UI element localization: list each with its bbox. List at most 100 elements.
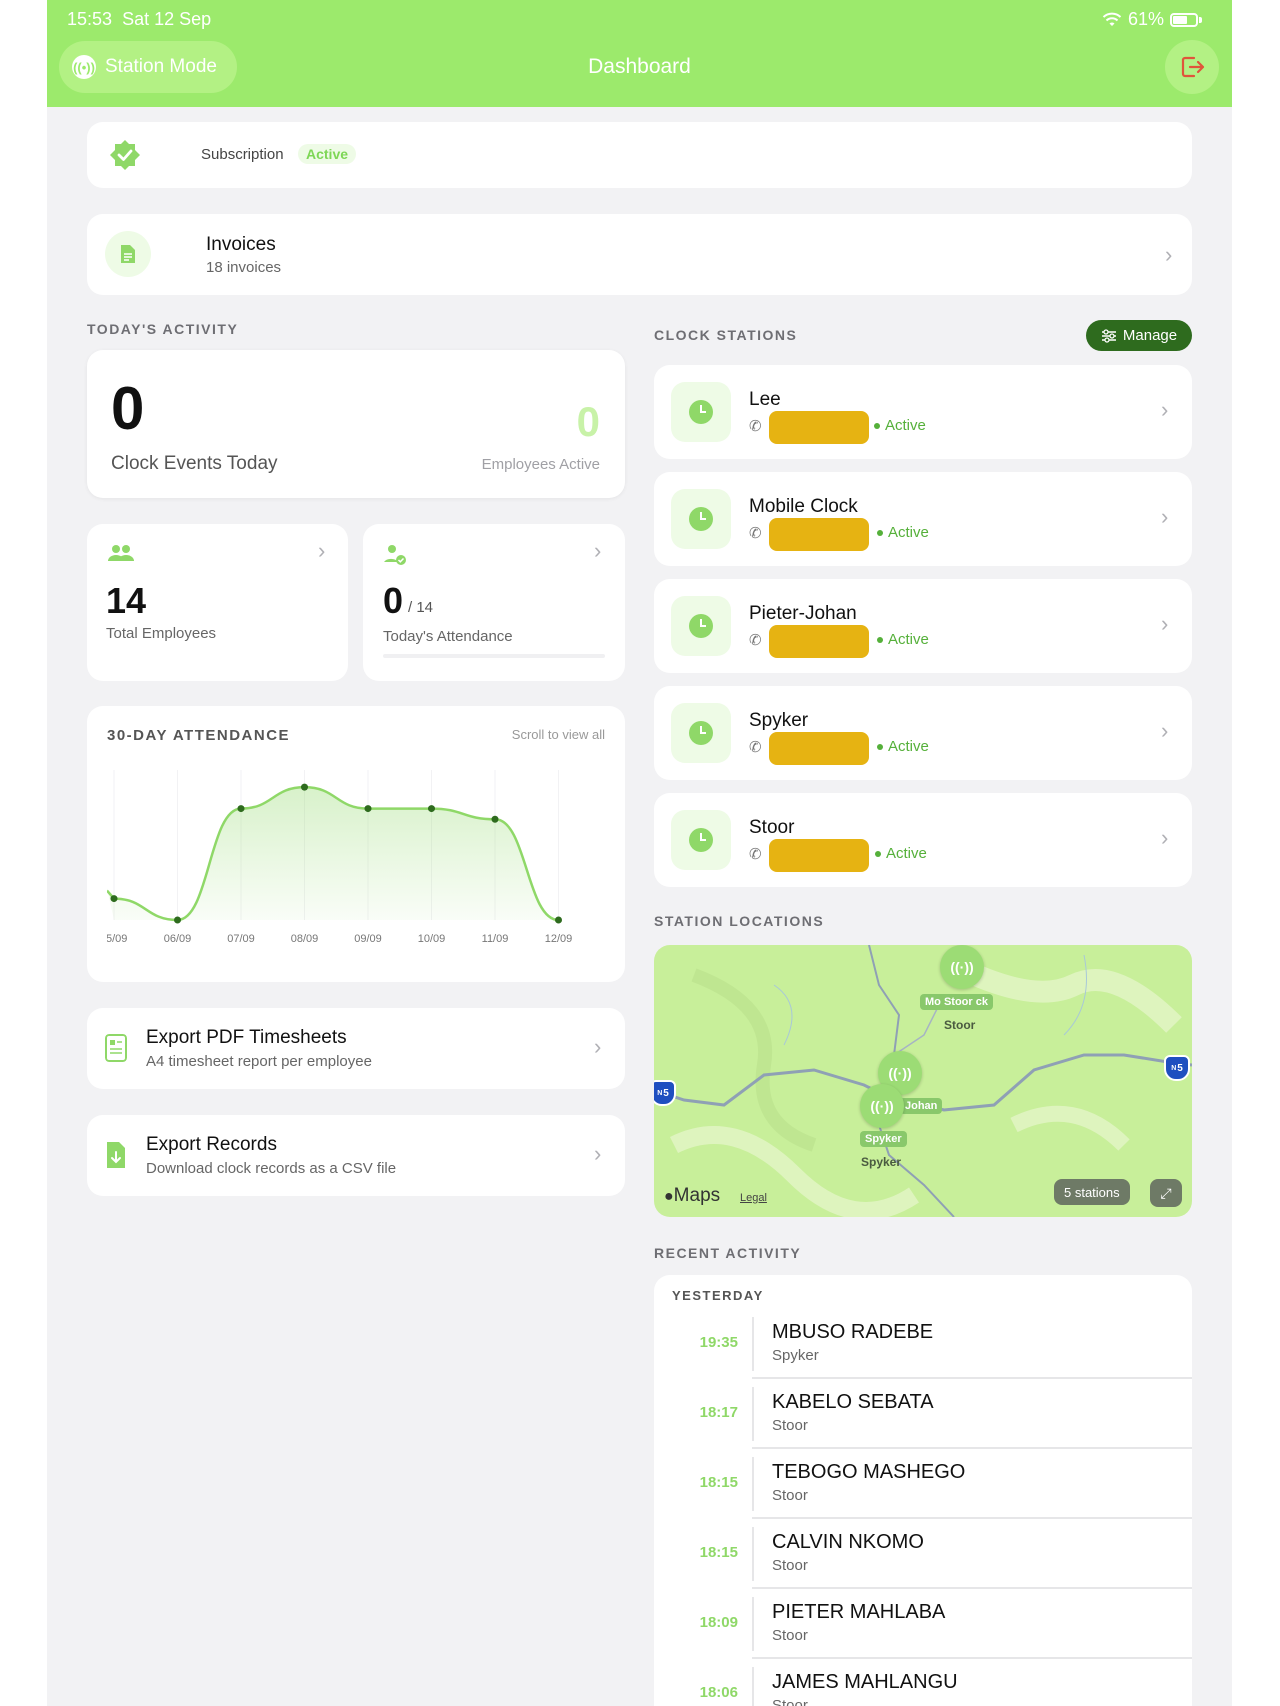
sliders-icon: [1101, 328, 1116, 343]
station-card-spyker[interactable]: Spyker ✆ Active ›: [654, 686, 1192, 780]
map-pin-tag: Mo Stoor ck: [920, 994, 993, 1010]
attendance-chart-card[interactable]: 30-DAY ATTENDANCE Scroll to view all 5/0…: [87, 706, 625, 982]
chevron-right-icon: ›: [594, 1141, 602, 1166]
chart-area: [107, 787, 559, 920]
attendance-chart[interactable]: 5/09 06/09 07/09 08/09 09/09 10/09 11/09 12/09: [107, 756, 607, 956]
station-card-lee[interactable]: Lee ✆ Active ›: [654, 365, 1192, 459]
battery-tip: [1199, 16, 1202, 23]
verified-badge-icon: [110, 140, 140, 170]
activity-employee: MBUSO RADEBE: [772, 1321, 934, 1343]
chart-point[interactable]: [301, 783, 308, 791]
chart-tick-label: 07/09: [227, 933, 255, 945]
station-status-label: Active: [888, 738, 929, 755]
station-card-mobile-clock[interactable]: Mobile Clock ✆ Active ›: [654, 472, 1192, 566]
clock-events-label: Clock Events Today: [111, 453, 278, 474]
station-map[interactable]: ((·)) Mo Stoor ck Stoor ((·)) Johan ((·)…: [654, 945, 1192, 1217]
export-pdf-card[interactable]: Export PDF Timesheets A4 timesheet repor…: [87, 1008, 625, 1089]
subscription-status-badge: Active: [298, 144, 357, 164]
station-status-label: Active: [888, 631, 929, 648]
pdf-file-icon: [105, 1034, 127, 1062]
wifi-icon: [1102, 12, 1122, 26]
chart-point[interactable]: [364, 805, 372, 813]
station-name: Pieter-Johan: [749, 603, 857, 624]
invoices-card[interactable]: Invoices 18 invoices ›: [87, 214, 1192, 295]
status-dot: [877, 743, 883, 750]
chart-point[interactable]: [237, 805, 245, 813]
subscription-card: Subscription Active: [87, 122, 1192, 188]
activity-row[interactable]: 19:35 MBUSO RADEBE Spyker: [654, 1309, 1192, 1379]
chevron-right-icon: ›: [318, 538, 326, 563]
activity-station: Spyker: [772, 1347, 819, 1364]
activity-row[interactable]: 18:15 CALVIN NKOMO Stoor: [654, 1519, 1192, 1589]
logout-button[interactable]: [1165, 40, 1219, 94]
attendance-label: Today's Attendance: [383, 628, 513, 645]
status-dot: [877, 636, 883, 643]
chart-point[interactable]: [428, 805, 435, 813]
attendance-card[interactable]: › 0 / 14 Today's Attendance: [363, 524, 625, 681]
logout-icon: [1181, 56, 1205, 78]
chevron-right-icon: ›: [594, 538, 602, 563]
chart-point[interactable]: [491, 815, 499, 823]
chevron-right-icon: ›: [1161, 397, 1169, 422]
chart-tick-label: 06/09: [164, 933, 192, 945]
timeline-divider: [752, 1457, 754, 1511]
export-records-card[interactable]: Export Records Download clock records as…: [87, 1115, 625, 1196]
status-dot: [874, 422, 880, 429]
map-pin-spyker[interactable]: ((·)): [860, 1084, 904, 1128]
timeline-divider: [752, 1387, 754, 1441]
chart-tick-label: 12/09: [545, 933, 573, 945]
activity-row[interactable]: 18:06 JAMES MAHLANGU Stoor: [654, 1659, 1192, 1706]
activity-row[interactable]: 18:09 PIETER MAHLABA Stoor: [654, 1589, 1192, 1659]
station-name: Stoor: [749, 817, 795, 838]
employees-active-label: Employees Active: [481, 456, 600, 473]
activity-row[interactable]: 18:17 KABELO SEBATA Stoor: [654, 1379, 1192, 1449]
route-badge: 5: [1177, 1062, 1183, 1074]
download-file-icon: [107, 1142, 125, 1168]
chart-point[interactable]: [174, 916, 181, 924]
person-check-icon: [383, 544, 407, 571]
recent-activity-card: YESTERDAY 19:35 MBUSO RADEBE Spyker 18:1…: [654, 1275, 1192, 1706]
total-employees-card[interactable]: › 14 Total Employees: [87, 524, 348, 681]
recent-activity-heading: RECENT ACTIVITY: [654, 1245, 802, 1261]
activity-time: 18:09: [699, 1614, 738, 1631]
activity-station: Stoor: [772, 1417, 808, 1434]
activity-time: 18:17: [699, 1404, 738, 1421]
invoices-title: Invoices: [206, 234, 276, 255]
battery-percent: 61%: [1127, 9, 1164, 29]
station-card-stoor[interactable]: Stoor ✆ Active ›: [654, 793, 1192, 887]
map-pin-tag: Johan: [900, 1098, 943, 1114]
timeline-divider: [752, 1597, 754, 1651]
map-pin-stoor[interactable]: ((·)): [940, 945, 984, 989]
attendance-total: / 14: [408, 599, 434, 616]
station-name: Spyker: [749, 710, 809, 731]
redacted-phone-number: [769, 839, 869, 872]
phone-icon: ✆: [749, 846, 762, 863]
station-status-label: Active: [886, 845, 927, 862]
route-badge-prefix: N: [1171, 1064, 1177, 1072]
redacted-phone-number: [769, 411, 869, 444]
clock-icon: [671, 489, 731, 549]
station-status-label: Active: [885, 417, 926, 434]
station-status: Active: [875, 845, 927, 862]
station-status: Active: [877, 631, 929, 648]
maps-logo-text: Maps: [673, 1185, 721, 1206]
status-dot: [877, 529, 883, 536]
activity-row[interactable]: 18:15 TEBOGO MASHEGO Stoor: [654, 1449, 1192, 1519]
activity-employee: CALVIN NKOMO: [772, 1531, 924, 1553]
phone-icon: ✆: [749, 525, 762, 542]
subscription-label: Subscription: [201, 146, 284, 163]
chart-point[interactable]: [110, 895, 118, 903]
expand-icon[interactable]: ⤢: [1150, 1179, 1182, 1207]
chart-tick-label: 10/09: [418, 933, 446, 945]
map-label-spyker: Spyker: [861, 1155, 902, 1169]
chart-tick-label: 11/09: [482, 933, 509, 945]
activity-time: 18:15: [699, 1474, 738, 1491]
station-card-pieter-johan[interactable]: Pieter-Johan ✆ Active ›: [654, 579, 1192, 673]
manage-stations-button[interactable]: Manage: [1086, 320, 1192, 351]
map-legal-link[interactable]: Legal: [740, 1192, 767, 1204]
chart-tick-label: 08/09: [291, 933, 319, 945]
chart-point[interactable]: [555, 916, 562, 924]
route-badge-prefix: N: [657, 1089, 663, 1097]
chart-title: 30-DAY ATTENDANCE: [107, 727, 291, 744]
export-pdf-subtitle: A4 timesheet report per employee: [146, 1053, 372, 1070]
